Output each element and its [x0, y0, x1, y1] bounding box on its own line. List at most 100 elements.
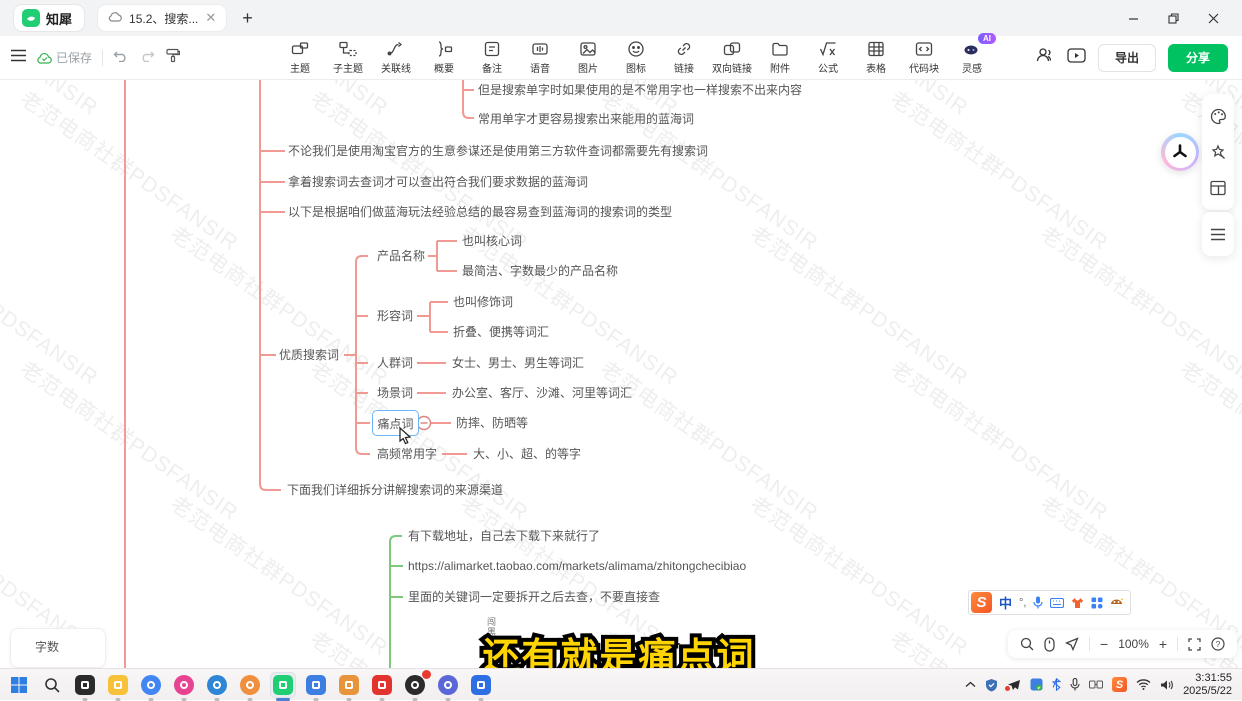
help-icon[interactable]: ?: [1211, 637, 1225, 651]
mindmap-node[interactable]: 场景词: [377, 386, 413, 400]
toolbar-item-attach[interactable]: 附件: [760, 40, 800, 75]
ime-mic-icon[interactable]: [1033, 596, 1043, 609]
zoom-out-button[interactable]: −: [1100, 636, 1108, 652]
word-count-panel[interactable]: 字数: [10, 628, 106, 668]
toolbar-item-voice[interactable]: 语音: [520, 40, 560, 75]
toolbar-item-formula[interactable]: 公式: [808, 40, 848, 75]
mindmap-node[interactable]: 形容词: [377, 309, 413, 323]
toolbar-item-code[interactable]: 代码块: [904, 40, 944, 75]
zoom-in-button[interactable]: +: [1159, 636, 1167, 652]
menu-hamburger-icon[interactable]: [10, 49, 27, 67]
format-painter-icon[interactable]: [165, 48, 180, 68]
tray-sync-check-icon[interactable]: [1030, 678, 1043, 691]
sogou-logo-icon[interactable]: S: [971, 592, 992, 613]
mindmap-node[interactable]: 优质搜索词: [279, 348, 339, 362]
toolbar-item-theme[interactable]: 主题: [280, 40, 320, 75]
mindmap-node[interactable]: 办公室、客厅、沙滩、河里等词汇: [452, 386, 632, 400]
restore-button[interactable]: [1158, 5, 1188, 31]
taskbar-app-purple-ring-app[interactable]: [435, 672, 461, 698]
export-button[interactable]: 导出: [1098, 44, 1156, 72]
mindmap-node[interactable]: 也叫核心词: [462, 234, 522, 248]
taskbar-app-search[interactable]: [39, 672, 65, 698]
theme-palette-icon[interactable]: [1202, 98, 1234, 134]
toolbar-item-note[interactable]: 备注: [472, 40, 512, 75]
mindmap-node[interactable]: 里面的关键词一定要拆开之后去查，不要直接查: [408, 590, 660, 604]
mindmap-node[interactable]: https://alimarket.taobao.com/markets/ali…: [408, 559, 746, 573]
toolbar-item-subtopic[interactable]: 子主题: [328, 40, 368, 75]
mindmap-node[interactable]: 最简洁、字数最少的产品名称: [462, 264, 618, 278]
tray-sogou-icon[interactable]: S: [1112, 677, 1127, 692]
fullscreen-icon[interactable]: [1188, 638, 1201, 651]
tray-clock[interactable]: 3:31:55 2025/5/22: [1183, 672, 1232, 698]
new-tab-button[interactable]: +: [242, 8, 253, 29]
taskbar-app-black-sphere-app[interactable]: [402, 672, 428, 698]
mindmap-node[interactable]: 大、小、超、的等字: [473, 447, 581, 461]
taskbar-app-color-wheel-app[interactable]: [171, 672, 197, 698]
share-button[interactable]: 分享: [1168, 44, 1228, 72]
collaborators-icon[interactable]: [1035, 47, 1055, 68]
tray-wifi-icon[interactable]: [1136, 679, 1151, 690]
mindmap-node[interactable]: 产品名称: [377, 249, 425, 263]
toolbar-item-image[interactable]: 图片: [568, 40, 608, 75]
mindmap-node[interactable]: 但是搜索单字时如果使用的是不常用字也一样搜索不出来内容: [478, 83, 802, 97]
taskbar-app-overlap-squares-app[interactable]: [336, 672, 362, 698]
ime-punctuation-icon[interactable]: °,: [1019, 597, 1026, 609]
taskbar-app-file-explorer[interactable]: [105, 672, 131, 698]
mindmap-node[interactable]: 人群词: [377, 356, 413, 370]
mindmap-node[interactable]: 也叫修饰词: [453, 295, 513, 309]
mindmap-node[interactable]: 不论我们是使用淘宝官方的生意参谋还是使用第三方软件查词都需要先有搜索词: [288, 144, 708, 158]
structure-layout-icon[interactable]: [1202, 170, 1234, 206]
minimize-button[interactable]: [1118, 5, 1148, 31]
presentation-icon[interactable]: [1067, 48, 1086, 68]
tray-chevron-up-icon[interactable]: [965, 681, 976, 688]
laser-pointer-icon[interactable]: [1065, 637, 1079, 651]
tray-volume-icon[interactable]: [1160, 679, 1174, 691]
outline-list-icon[interactable]: [1202, 216, 1234, 252]
mindmap-canvas[interactable]: 老范电商社群PDSFANSIR老范电商社群PDSFANSIR老范电商社群PDSF…: [0, 80, 1242, 668]
toolbar-item-inspire[interactable]: AI灵感: [952, 40, 992, 75]
taskbar-app-desktop-app[interactable]: [72, 672, 98, 698]
undo-icon[interactable]: [113, 49, 129, 67]
toolbar-item-relation[interactable]: 关联线: [376, 40, 416, 75]
taskbar-app-blue-u-app[interactable]: [303, 672, 329, 698]
tray-security-shield-icon[interactable]: [985, 678, 998, 692]
document-tab[interactable]: 15.2、搜索... ✕: [98, 5, 226, 31]
taskbar-app-blue-rocket-app[interactable]: [468, 672, 494, 698]
mindmap-node[interactable]: 常用单字才更容易搜索出来能用的蓝海词: [478, 112, 694, 126]
ai-beautify-wand-icon[interactable]: [1202, 134, 1234, 170]
mindmap-node[interactable]: 女士、男士、男生等词汇: [452, 356, 584, 370]
redo-icon[interactable]: [139, 49, 155, 67]
ime-language-indicator[interactable]: 中: [999, 593, 1012, 612]
mindmap-node[interactable]: 下面我们详细拆分讲解搜索词的来源渠道: [287, 483, 503, 497]
mindmap-node[interactable]: 折叠、便携等词汇: [453, 325, 549, 339]
tray-microphone-icon[interactable]: [1070, 678, 1080, 691]
ime-skin-icon[interactable]: [1071, 597, 1084, 609]
toolbar-item-bilink[interactable]: 双向链接: [712, 40, 752, 75]
mindmap-node[interactable]: 拿着搜索词去查词才可以查出符合我们要求数据的蓝海词: [288, 175, 588, 189]
ime-keyboard-icon[interactable]: [1050, 598, 1064, 608]
close-button[interactable]: [1198, 5, 1228, 31]
taskbar-app-red-oval-app[interactable]: [369, 672, 395, 698]
tray-ime-indicator-icon[interactable]: [1089, 679, 1103, 690]
app-home-button[interactable]: 知犀: [14, 5, 84, 31]
toolbar-item-link[interactable]: 链接: [664, 40, 704, 75]
taskbar-app-start[interactable]: [6, 672, 32, 698]
drag-mode-icon[interactable]: [1044, 637, 1055, 652]
ime-toolbox-icon[interactable]: [1091, 597, 1103, 609]
tray-telegram-icon[interactable]: [1007, 679, 1021, 691]
taskbar-app-orange-circle-app[interactable]: [237, 672, 263, 698]
taskbar-app-chrome[interactable]: [138, 672, 164, 698]
ai-assistant-fab[interactable]: [1161, 133, 1199, 171]
search-icon[interactable]: [1020, 637, 1034, 651]
mindmap-node[interactable]: 以下是根据咱们做蓝海玩法经验总结的最容易查到蓝海词的搜索词的类型: [288, 205, 672, 219]
tray-bluetooth-icon[interactable]: [1052, 678, 1061, 691]
toolbar-item-emoji[interactable]: 图标: [616, 40, 656, 75]
toolbar-item-table[interactable]: 表格: [856, 40, 896, 75]
toolbar-item-summary[interactable]: 概要: [424, 40, 464, 75]
ime-emoji-icon[interactable]: [1110, 597, 1123, 609]
mindmap-node[interactable]: 防摔、防晒等: [456, 416, 528, 430]
mindmap-node[interactable]: 有下载地址，自己去下载下来就行了: [408, 529, 600, 543]
taskbar-app-edge[interactable]: [204, 672, 230, 698]
zoom-level[interactable]: 100%: [1118, 637, 1149, 651]
tab-close-icon[interactable]: ✕: [205, 10, 216, 26]
